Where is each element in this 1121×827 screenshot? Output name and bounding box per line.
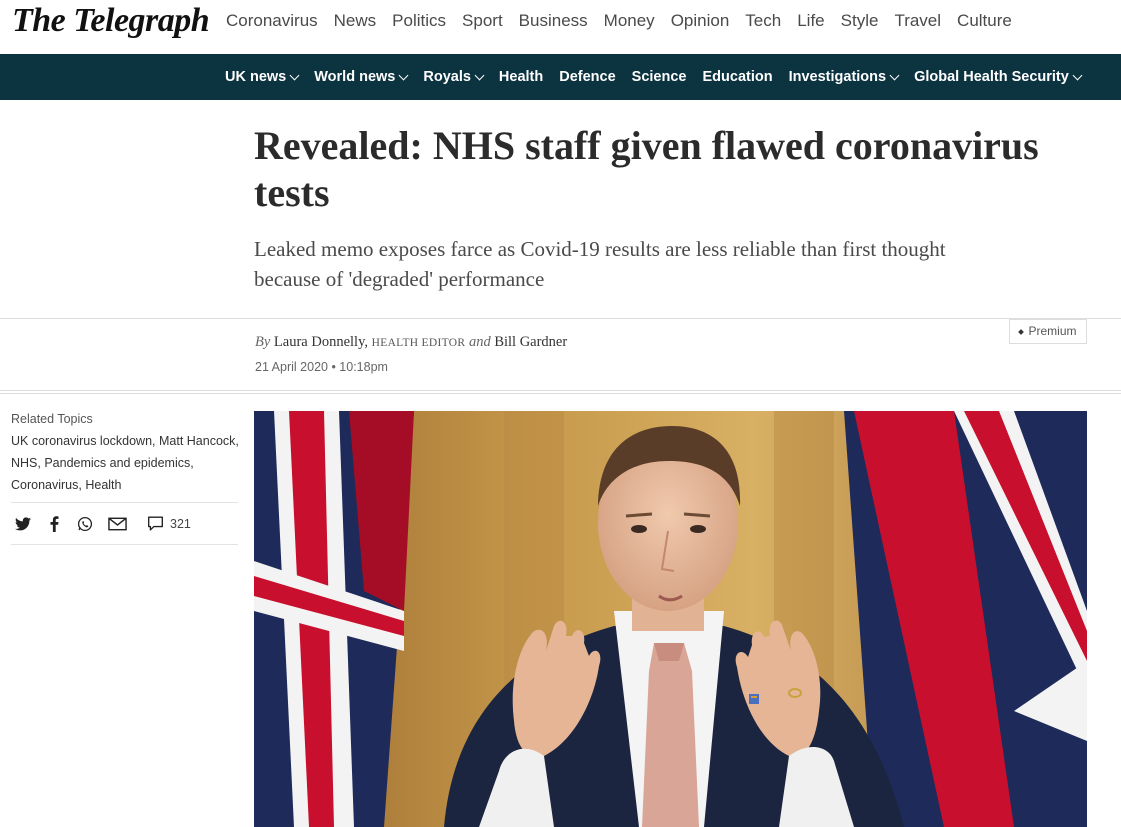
author-role: HEALTH EDITOR <box>371 337 466 349</box>
divider <box>0 390 1121 391</box>
nav-item-business[interactable]: Business <box>519 0 588 54</box>
top-bar: The Telegraph Coronavirus News Politics … <box>0 0 1121 66</box>
share-bar: 321 <box>14 514 191 534</box>
chevron-down-icon <box>889 70 900 80</box>
hero-image <box>254 411 1087 827</box>
nav-item-coronavirus[interactable]: Coronavirus <box>226 0 318 54</box>
nav-item-news[interactable]: News <box>333 0 376 66</box>
sub-nav: UK news World news Royals Health Defence… <box>0 54 1121 100</box>
article-headline: Revealed: NHS staff given flawed coronav… <box>254 123 1039 215</box>
chevron-down-icon <box>398 70 409 80</box>
divider <box>11 502 238 503</box>
subnav-item-investigations[interactable]: Investigations <box>789 69 900 85</box>
publish-date: 21 April 2020 • 10:18pm <box>255 360 388 374</box>
subnav-item-uk-news[interactable]: UK news <box>225 69 300 85</box>
diamond-icon <box>1018 328 1025 335</box>
divider <box>0 393 1121 394</box>
subnav-item-health[interactable]: Health <box>499 69 543 85</box>
hero-photo <box>254 411 1087 827</box>
nav-item-money[interactable]: Money <box>604 0 655 54</box>
article-standfirst: Leaked memo exposes farce as Covid-19 re… <box>254 237 946 291</box>
nav-item-opinion[interactable]: Opinion <box>671 0 730 54</box>
premium-badge: Premium <box>1009 319 1087 344</box>
nav-item-style[interactable]: Style <box>841 0 879 54</box>
subnav-item-defence[interactable]: Defence <box>559 69 615 85</box>
chevron-down-icon <box>289 70 300 80</box>
nav-item-culture[interactable]: Culture <box>957 0 1012 54</box>
subnav-item-science[interactable]: Science <box>632 69 687 85</box>
nav-item-tech[interactable]: Tech <box>745 0 781 54</box>
subnav-item-world-news[interactable]: World news <box>314 69 409 85</box>
subnav-item-education[interactable]: Education <box>703 69 773 85</box>
subnav-item-global-health-security[interactable]: Global Health Security <box>914 69 1083 85</box>
twitter-icon[interactable] <box>14 515 32 533</box>
chevron-down-icon <box>1072 70 1083 80</box>
email-icon[interactable] <box>107 515 127 533</box>
main-nav: Coronavirus News Politics Sport Business… <box>226 0 1028 66</box>
subnav-item-royals[interactable]: Royals <box>423 69 485 85</box>
divider <box>11 544 238 545</box>
divider <box>0 318 1121 319</box>
whatsapp-icon[interactable] <box>76 515 94 533</box>
nav-item-sport[interactable]: Sport <box>462 0 503 54</box>
nav-item-politics[interactable]: Politics <box>392 0 446 54</box>
site-logo[interactable]: The Telegraph <box>12 2 210 40</box>
chevron-down-icon <box>474 70 485 80</box>
nav-item-travel[interactable]: Travel <box>894 0 941 54</box>
facebook-icon[interactable] <box>45 515 63 533</box>
related-topics-list[interactable]: UK coronavirus lockdown, Matt Hancock, N… <box>11 430 243 496</box>
author-link[interactable]: Bill Gardner <box>494 334 567 350</box>
comment-count[interactable]: 321 <box>170 517 191 531</box>
related-topics-title: Related Topics <box>11 412 93 426</box>
nav-item-life[interactable]: Life <box>797 0 824 54</box>
comment-icon[interactable] <box>146 515 164 533</box>
byline: By Laura Donnelly, HEALTH EDITOR and Bil… <box>255 334 568 350</box>
author-link[interactable]: Laura Donnelly, <box>274 334 368 350</box>
